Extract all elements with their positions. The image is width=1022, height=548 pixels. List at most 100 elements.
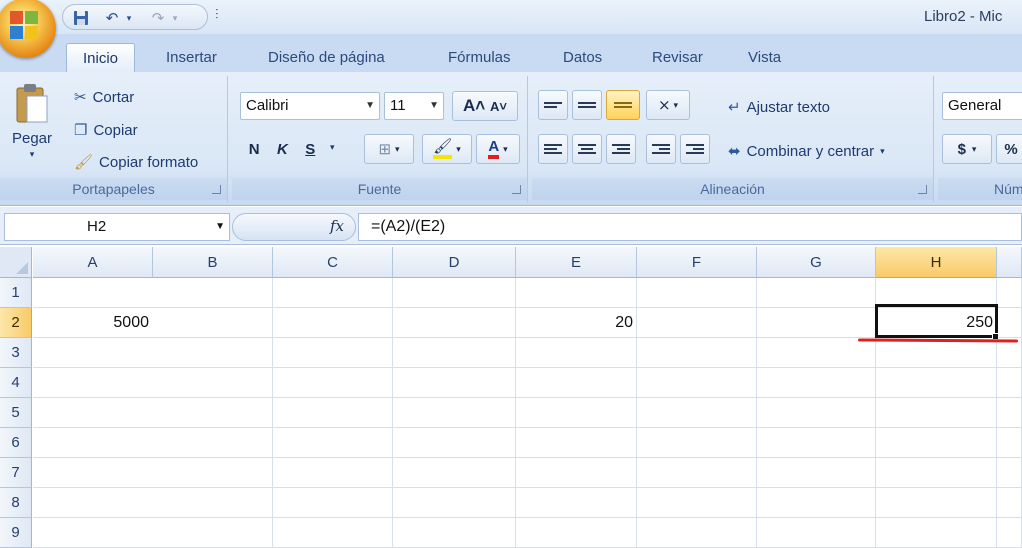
row-gridline <box>33 397 1022 398</box>
save-icon[interactable] <box>71 8 91 28</box>
number-format-combo[interactable]: General <box>942 92 1022 120</box>
row-header-5[interactable]: 5 <box>0 398 32 428</box>
formula-text: =(A2)/(E2) <box>371 218 446 235</box>
font-color-icon: A <box>488 139 500 159</box>
brush-icon: 🖌︎ <box>74 154 94 171</box>
italic-button[interactable]: K <box>277 141 288 158</box>
orientation-button[interactable]: ⨯ ▾ <box>646 90 690 120</box>
align-middle-button[interactable] <box>572 90 602 120</box>
column-header-next[interactable] <box>997 247 1022 278</box>
percent-label: % <box>1004 140 1018 158</box>
currency-label: $ <box>957 140 966 158</box>
increase-indent-button[interactable] <box>680 134 710 164</box>
annotation-underline <box>857 338 1019 343</box>
undo-icon[interactable]: ↶ <box>101 8 123 28</box>
decrease-indent-button[interactable] <box>646 134 676 164</box>
grow-font-icon: A˄ <box>463 96 486 115</box>
name-box[interactable]: H2 ▼ <box>4 213 230 241</box>
font-size-combo[interactable]: 11 ▼ <box>384 92 444 120</box>
tab-diseno-pagina[interactable]: Diseño de página <box>252 43 401 72</box>
align-left-button[interactable] <box>538 134 568 164</box>
font-size-grow-shrink[interactable]: A˄ A˅ <box>452 91 518 121</box>
currency-button[interactable]: $ ▾ <box>942 134 992 164</box>
column-header-a[interactable]: A <box>33 247 153 278</box>
tab-datos[interactable]: Datos <box>547 43 618 72</box>
row-header-7[interactable]: 7 <box>0 458 32 488</box>
row-header-2[interactable]: 2 <box>0 308 32 338</box>
row-header-1[interactable]: 1 <box>0 278 32 308</box>
column-header-d[interactable]: D <box>393 247 516 278</box>
alignment-launcher-icon[interactable] <box>918 185 927 194</box>
align-center-button[interactable] <box>572 134 602 164</box>
format-painter-button[interactable]: 🖌︎ Copiar formato <box>74 153 198 172</box>
cell-a2[interactable]: 5000 <box>33 308 153 338</box>
row-header-3[interactable]: 3 <box>0 338 32 368</box>
office-logo-icon <box>10 11 40 41</box>
select-all-button[interactable] <box>0 247 32 278</box>
copy-button[interactable]: ❐ Copiar <box>74 121 138 140</box>
font-group: Calibri ▼ 11 ▼ A˄ A˅ N K S ▾ ⊞ ▾ 🖌︎ ▾ A … <box>232 76 528 202</box>
column-header-f[interactable]: F <box>637 247 757 278</box>
percent-button[interactable]: % <box>996 134 1022 164</box>
align-right-button[interactable] <box>606 134 636 164</box>
insert-function-icon[interactable]: fx <box>330 217 344 235</box>
clipboard-launcher-icon[interactable] <box>212 185 221 194</box>
tab-revisar[interactable]: Revisar <box>636 43 719 72</box>
chevron-down-icon: ▾ <box>971 143 977 154</box>
chevron-down-icon: ▾ <box>673 99 679 110</box>
row-header-4[interactable]: 4 <box>0 368 32 398</box>
chevron-down-icon: ▾ <box>880 145 885 156</box>
column-header-c[interactable]: C <box>273 247 393 278</box>
align-left-icon <box>544 142 562 156</box>
column-header-e[interactable]: E <box>516 247 637 278</box>
redo-icon[interactable]: ↷ <box>147 8 169 28</box>
column-header-h[interactable]: H <box>876 247 997 278</box>
paste-icon <box>16 84 48 123</box>
formula-input[interactable]: =(A2)/(E2) <box>358 213 1022 241</box>
cut-button[interactable]: ✂ Cortar <box>74 88 134 107</box>
font-style-buttons: N K S <box>240 134 324 164</box>
underline-button[interactable]: S <box>305 141 315 158</box>
align-top-icon <box>544 100 562 110</box>
copy-icon: ❐ <box>74 122 88 139</box>
align-top-button[interactable] <box>538 90 568 120</box>
paste-button[interactable]: Pegar ▾ <box>10 82 54 172</box>
copy-label: Copiar <box>93 121 138 139</box>
column-gridline <box>392 278 393 548</box>
row-header-9[interactable]: 9 <box>0 518 32 548</box>
row-gridline <box>33 457 1022 458</box>
row-header-8[interactable]: 8 <box>0 488 32 518</box>
fill-color-icon: 🖌︎ <box>433 139 453 159</box>
tab-inicio[interactable]: Inicio <box>66 43 136 72</box>
font-launcher-icon[interactable] <box>512 185 521 194</box>
customize-qat-icon[interactable]: ⫶ <box>215 6 219 23</box>
borders-button[interactable]: ⊞ ▾ <box>364 134 414 164</box>
cell-e2[interactable]: 20 <box>516 308 637 338</box>
bold-button[interactable]: N <box>249 141 260 158</box>
spreadsheet-grid[interactable]: A B C D E F G H 1 2 3 4 5 6 7 8 9 5000 20 250 <box>0 247 1022 548</box>
chevron-down-icon: ▾ <box>395 143 400 154</box>
active-cell-border <box>875 304 998 338</box>
tab-formulas[interactable]: Fórmulas <box>432 43 527 72</box>
wrap-text-button[interactable]: ↵ Ajustar texto <box>728 98 830 117</box>
column-header-b[interactable]: B <box>153 247 273 278</box>
align-bottom-button[interactable] <box>606 90 640 120</box>
merge-center-button[interactable]: ⬌ Combinar y centrar ▾ <box>728 142 885 161</box>
increase-indent-icon <box>686 142 704 156</box>
font-color-button[interactable]: A ▾ <box>476 134 520 164</box>
align-bottom-icon <box>614 100 632 110</box>
number-group-label: Núm <box>938 178 1022 200</box>
tab-insertar[interactable]: Insertar <box>150 43 233 72</box>
row-header-6[interactable]: 6 <box>0 428 32 458</box>
fill-color-button[interactable]: 🖌︎ ▾ <box>422 134 472 164</box>
font-name-combo[interactable]: Calibri ▼ <box>240 92 380 120</box>
undo-dropdown-icon[interactable]: ▾ <box>123 8 135 28</box>
tab-vista[interactable]: Vista <box>732 43 797 72</box>
redo-dropdown-icon[interactable]: ▾ <box>169 8 181 28</box>
chevron-down-icon: ▼ <box>429 100 439 111</box>
paste-label: Pegar <box>11 130 53 147</box>
column-header-g[interactable]: G <box>757 247 876 278</box>
orientation-icon: ⨯ <box>657 97 671 114</box>
underline-dropdown-icon[interactable]: ▾ <box>330 142 335 153</box>
chevron-down-icon[interactable]: ▼ <box>215 214 225 240</box>
